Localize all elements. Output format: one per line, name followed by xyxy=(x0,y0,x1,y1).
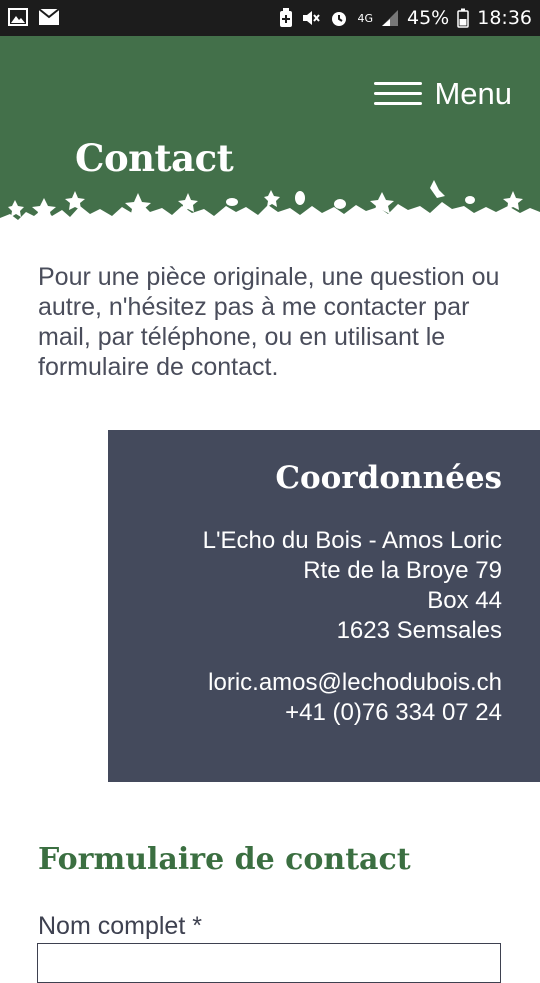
ivy-border-decoration xyxy=(0,180,540,236)
phone-link[interactable]: +41 (0)76 334 07 24 xyxy=(285,699,502,726)
street-address: Rte de la Broye 79 xyxy=(303,557,502,584)
mute-icon xyxy=(303,11,321,25)
battery-saver-icon xyxy=(280,8,293,27)
postal-address: L'Echo du Bois - Amos Loric Rte de la Br… xyxy=(203,526,502,646)
po-box: Box 44 xyxy=(427,587,502,614)
menu-label: Menu xyxy=(434,76,512,111)
network-type: 4G xyxy=(357,11,373,25)
contact-details: loric.amos@lechodubois.ch +41 (0)76 334 … xyxy=(208,668,502,728)
battery-percent: 45% xyxy=(407,7,450,29)
full-name-input[interactable] xyxy=(37,943,501,983)
clock: 18:36 xyxy=(477,7,532,29)
system-indicators: 4G 45% 18:36 xyxy=(279,0,532,36)
coordinates-title: Coordonnées xyxy=(275,460,502,496)
email-link[interactable]: loric.amos@lechodubois.ch xyxy=(208,669,502,696)
site-header: Menu Contact xyxy=(0,36,540,236)
coordinates-panel: Coordonnées L'Echo du Bois - Amos Loric … xyxy=(108,430,540,782)
battery-icon xyxy=(457,8,469,28)
intro-text: Pour une pièce originale, une question o… xyxy=(38,263,500,381)
hamburger-icon xyxy=(374,80,423,108)
notification-icons xyxy=(8,8,60,26)
image-icon xyxy=(8,8,28,26)
alarm-icon xyxy=(332,12,347,26)
menu-button[interactable]: Menu xyxy=(374,76,512,112)
status-bar: 4G 45% 18:36 xyxy=(0,0,540,36)
contact-form-title: Formulaire de contact xyxy=(38,842,411,877)
business-name: L'Echo du Bois - Amos Loric xyxy=(202,527,502,554)
full-name-label: Nom complet * xyxy=(38,912,202,940)
mail-icon xyxy=(38,8,60,25)
page-title: Contact xyxy=(75,136,234,180)
city-line: 1623 Semsales xyxy=(336,617,502,644)
signal-icon xyxy=(382,10,398,26)
